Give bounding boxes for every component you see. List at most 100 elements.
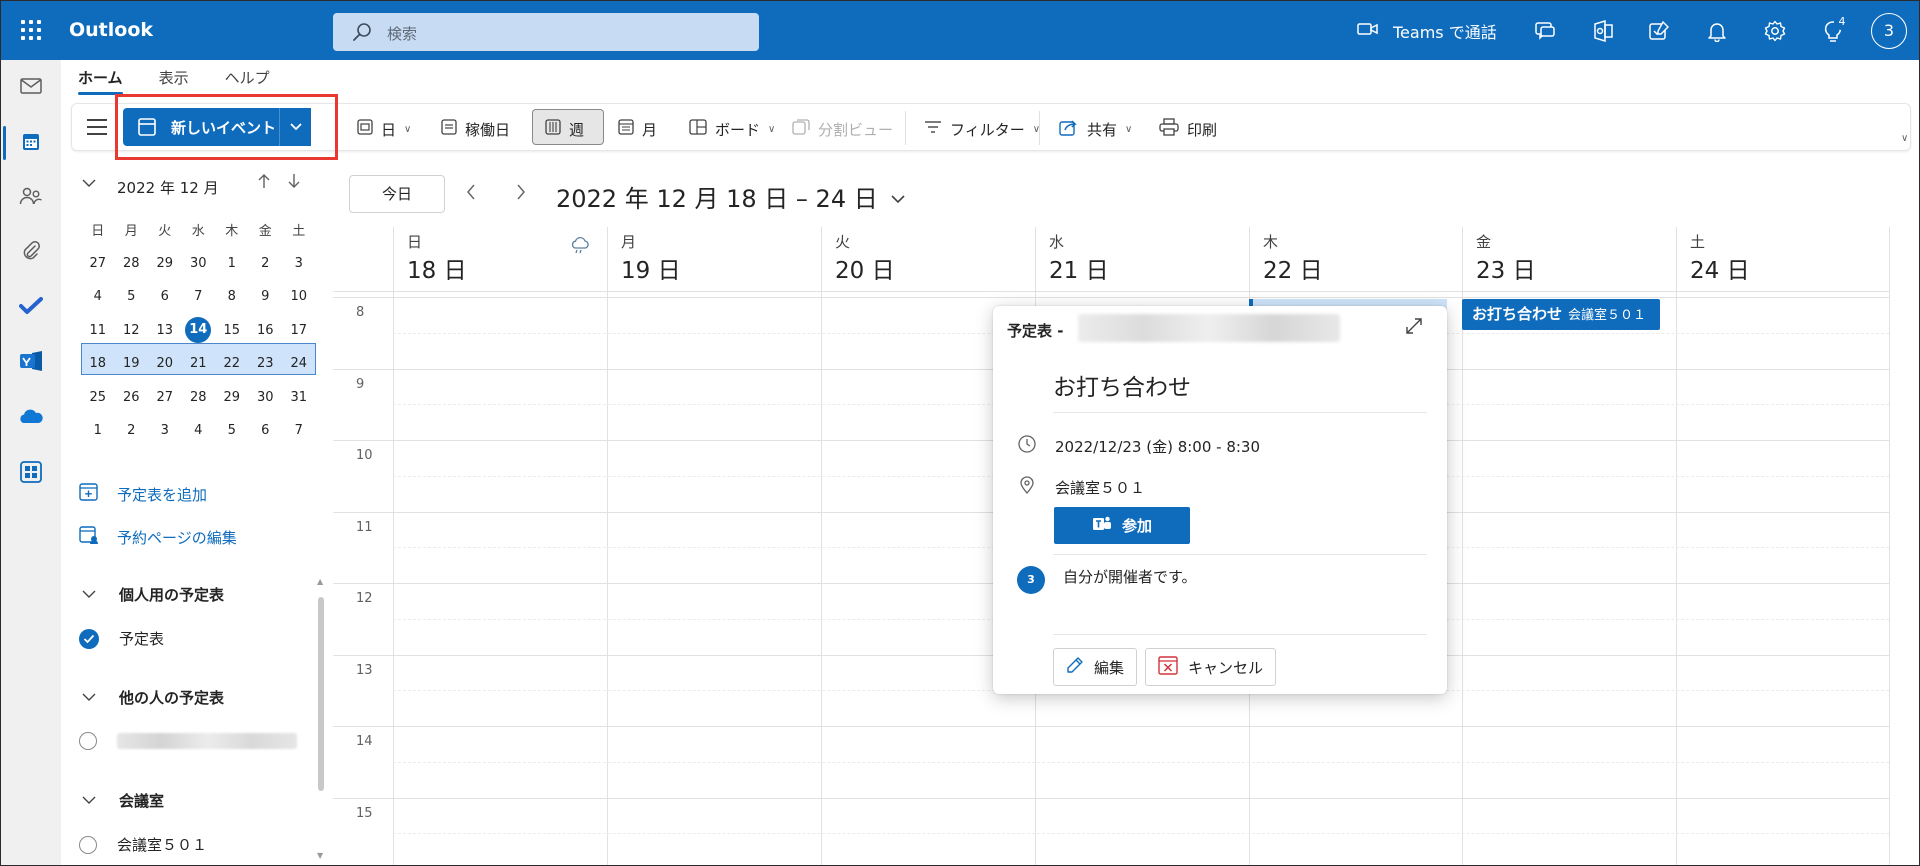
calendar-event[interactable]: お打ち合わせ 会議室５０１	[1462, 299, 1660, 330]
tab-help[interactable]: ヘルプ	[225, 67, 270, 88]
day-header[interactable]: 水 21 日	[1035, 227, 1249, 291]
bell-icon[interactable]	[1703, 17, 1731, 45]
more-apps-icon[interactable]	[16, 457, 46, 487]
mini-calendar-day[interactable]: 6	[249, 423, 283, 438]
mini-calendar-day[interactable]: 26	[115, 390, 149, 405]
weather-cloud-icon[interactable]	[569, 237, 591, 259]
teams-call-button[interactable]: Teams で通話	[1357, 19, 1497, 43]
task-pen-icon[interactable]	[1645, 17, 1673, 45]
mini-calendar-day[interactable]: 31	[282, 390, 316, 405]
mini-calendar-day[interactable]: 17	[282, 323, 316, 338]
mini-calendar-day[interactable]: 15	[215, 323, 249, 338]
today-button[interactable]: 今日	[349, 175, 445, 213]
mini-calendar-day[interactable]: 29	[215, 390, 249, 405]
yammer-icon[interactable]	[16, 346, 46, 376]
mini-calendar-title[interactable]: 2022 年 12 月	[117, 177, 219, 198]
mini-calendar-day[interactable]: 28	[115, 256, 149, 271]
paperclip-icon[interactable]	[16, 236, 46, 266]
calendar-icon[interactable]	[16, 127, 46, 157]
mini-calendar-day[interactable]: 5	[215, 423, 249, 438]
ribbon-expand-chevron-icon[interactable]: ∨	[1901, 133, 1908, 144]
day-header[interactable]: 木 22 日	[1249, 227, 1463, 291]
scroll-down-arrow-icon[interactable]: ▼	[317, 851, 323, 860]
cancel-event-button[interactable]: キャンセル	[1145, 648, 1277, 686]
share-button[interactable]: 共有 ∨	[1059, 114, 1132, 144]
mini-calendar-day[interactable]: 29	[148, 256, 182, 271]
mini-calendar-day[interactable]: 14	[182, 317, 216, 344]
expand-icon[interactable]	[1405, 317, 1423, 339]
personal-calendar-item[interactable]: 予定表	[79, 628, 164, 649]
others-calendars-section[interactable]: 他の人の予定表	[81, 687, 224, 708]
day-header[interactable]: 土 24 日	[1676, 227, 1890, 291]
mini-calendar-day[interactable]: 27	[81, 256, 115, 271]
chat-icon[interactable]	[1531, 17, 1559, 45]
app-launcher-icon[interactable]	[21, 20, 41, 40]
view-workweek-button[interactable]: 稼働日	[441, 114, 510, 144]
mini-calendar-day[interactable]: 7	[182, 289, 216, 304]
office-icon[interactable]	[1589, 17, 1617, 45]
day-header[interactable]: 火 20 日	[821, 227, 1035, 291]
mini-calendar-day[interactable]: 1	[215, 256, 249, 271]
rooms-section[interactable]: 会議室	[81, 790, 164, 811]
mini-calendar-day[interactable]: 8	[215, 289, 249, 304]
mini-calendar-day[interactable]: 5	[115, 289, 149, 304]
mini-calendar-day[interactable]: 23	[249, 356, 283, 371]
next-week-icon[interactable]	[515, 182, 527, 206]
print-button[interactable]: 印刷	[1159, 114, 1217, 144]
mini-calendar-day[interactable]: 1	[81, 423, 115, 438]
mini-calendar-day[interactable]: 4	[182, 423, 216, 438]
previous-week-icon[interactable]	[465, 182, 477, 206]
mini-calendar-day[interactable]: 21	[182, 356, 216, 371]
mini-calendar-day[interactable]: 27	[148, 390, 182, 405]
mail-icon[interactable]	[16, 71, 46, 101]
filter-button[interactable]: フィルター ∨	[924, 114, 1040, 144]
mini-calendar-day[interactable]: 22	[215, 356, 249, 371]
tab-home[interactable]: ホーム	[78, 67, 123, 95]
todo-icon[interactable]	[16, 291, 46, 321]
scroll-up-arrow-icon[interactable]: ▲	[317, 577, 323, 586]
arrow-down-icon[interactable]	[287, 173, 301, 193]
room-item[interactable]: 会議室５０１	[79, 834, 207, 855]
mini-calendar-day[interactable]: 20	[148, 356, 182, 371]
mini-calendar-day[interactable]: 25	[81, 390, 115, 405]
gear-icon[interactable]	[1761, 17, 1789, 45]
left-pane-scrollbar[interactable]	[318, 597, 324, 791]
mini-calendar-today[interactable]: 14	[185, 317, 212, 344]
app-name[interactable]: Outlook	[69, 19, 153, 41]
mini-calendar-day[interactable]: 28	[182, 390, 216, 405]
date-range-picker[interactable]: 2022 年 12 月 18 日 – 24 日	[556, 179, 906, 214]
mini-calendar-day[interactable]: 12	[115, 323, 149, 338]
mini-calendar-day[interactable]: 18	[81, 356, 115, 371]
user-avatar[interactable]: 3	[1871, 13, 1907, 49]
personal-calendars-section[interactable]: 個人用の予定表	[81, 584, 224, 605]
arrow-up-icon[interactable]	[257, 173, 271, 193]
people-icon[interactable]	[16, 181, 46, 211]
mini-calendar-day[interactable]: 9	[249, 289, 283, 304]
view-month-button[interactable]: 月	[618, 114, 657, 144]
view-day-button[interactable]: 日 ∨	[357, 114, 411, 144]
day-header[interactable]: 月 19 日	[607, 227, 821, 291]
mini-calendar-day[interactable]: 7	[282, 423, 316, 438]
mini-calendar-day[interactable]: 30	[249, 390, 283, 405]
mini-calendar-day[interactable]: 10	[282, 289, 316, 304]
mini-calendar-day[interactable]: 3	[148, 423, 182, 438]
mini-calendar-day[interactable]: 3	[282, 256, 316, 271]
others-calendar-item[interactable]	[79, 732, 297, 750]
mini-calendar-day[interactable]: 19	[115, 356, 149, 371]
mini-calendar-collapse-icon[interactable]	[81, 175, 97, 195]
hamburger-menu-icon[interactable]	[87, 119, 107, 135]
mini-calendar-day[interactable]: 16	[249, 323, 283, 338]
day-header[interactable]: 金 23 日	[1462, 227, 1676, 291]
mini-calendar-day[interactable]: 13	[148, 323, 182, 338]
mini-calendar-day[interactable]: 2	[249, 256, 283, 271]
mini-calendar-day[interactable]: 11	[81, 323, 115, 338]
add-calendar-link[interactable]: 予定表を追加	[79, 482, 207, 506]
search-box[interactable]: 検索	[333, 13, 759, 51]
mini-calendar-day[interactable]: 6	[148, 289, 182, 304]
edit-event-button[interactable]: 編集	[1053, 648, 1138, 686]
edit-booking-link[interactable]: 予約ページの編集	[79, 525, 237, 549]
view-board-button[interactable]: ボード ∨	[689, 114, 775, 144]
mini-calendar-day[interactable]: 2	[115, 423, 149, 438]
mini-calendar-day[interactable]: 30	[182, 256, 216, 271]
mini-calendar-day[interactable]: 24	[282, 356, 316, 371]
